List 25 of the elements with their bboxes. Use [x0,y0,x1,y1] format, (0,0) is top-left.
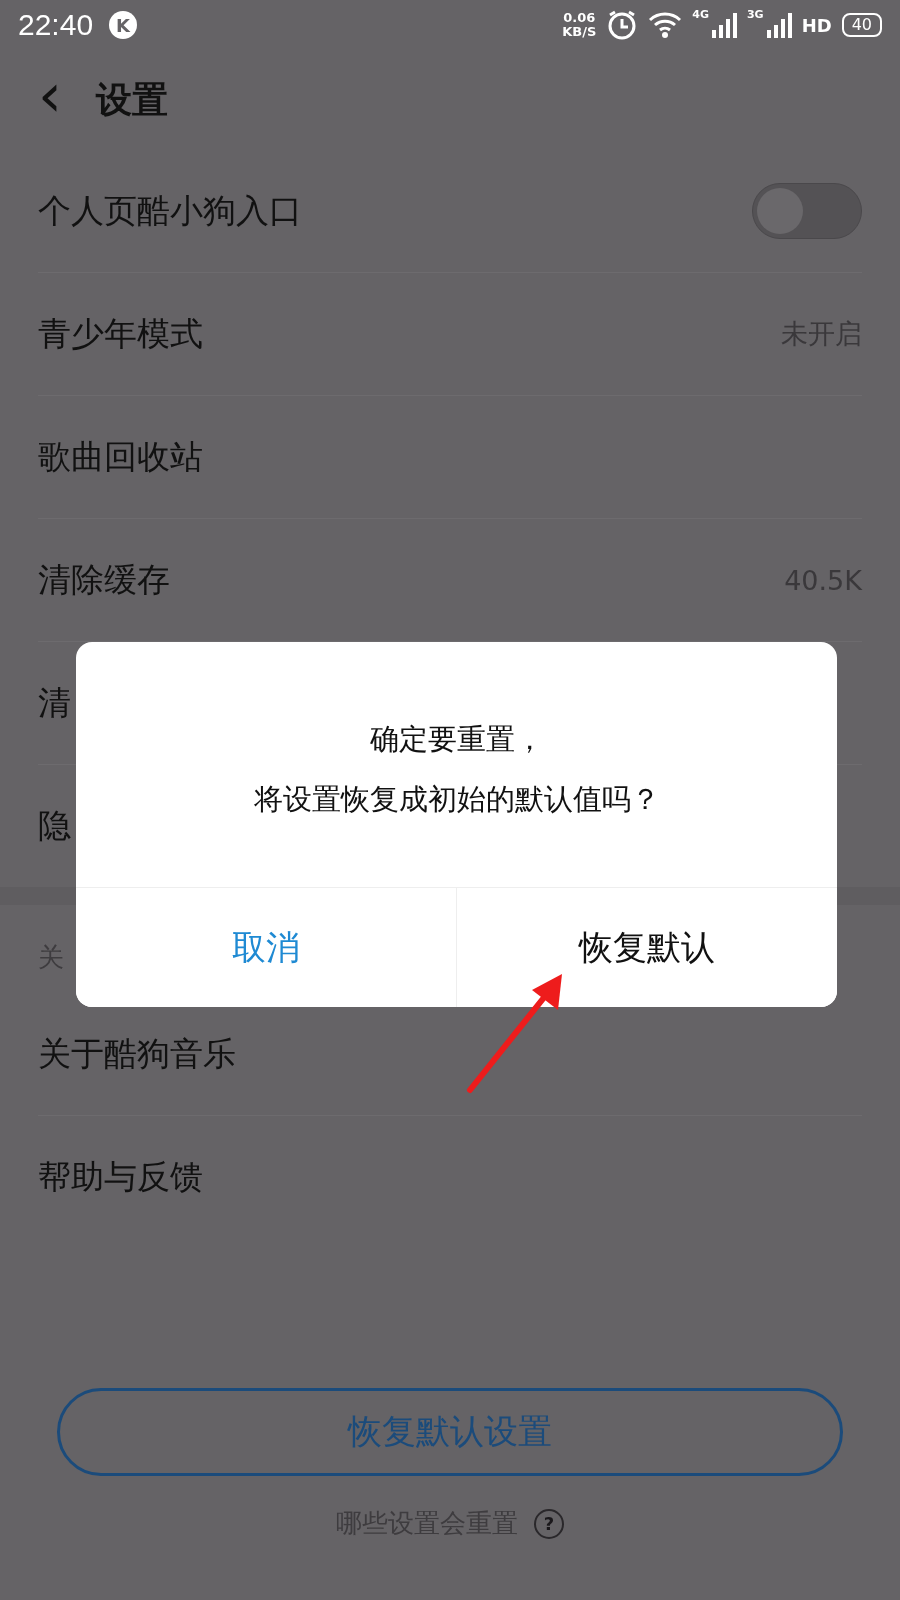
signal-icon [765,12,792,38]
back-button[interactable]: ‹ [38,65,62,125]
page-title: 设置 [96,77,168,122]
signal-icon [710,12,737,38]
setting-label[interactable]: 清除缓存 [38,557,170,603]
battery-level: 40 [841,13,882,37]
toggle-switch[interactable] [752,183,862,239]
status-time: 22:40 [18,8,94,42]
dialog-message: 确定要重置， [369,720,544,758]
cancel-button[interactable]: 取消 [76,888,457,1007]
network-label: 4G [692,8,709,21]
setting-label[interactable]: 隐 [38,803,71,849]
help-icon[interactable]: ? [534,1508,564,1539]
wifi-icon [648,10,683,40]
setting-label[interactable]: 关于酷狗音乐 [38,1031,236,1077]
hd-label: HD [801,14,832,36]
setting-label[interactable]: 帮助与反馈 [38,1154,203,1200]
setting-label[interactable]: 歌曲回收站 [38,434,203,480]
setting-label[interactable]: 青少年模式 [38,311,203,357]
dialog-message: 将设置恢复成初始的默认值吗？ [253,780,660,818]
network-label: 3G [746,8,764,21]
setting-label[interactable]: 清 [38,680,71,726]
app-badge: K [109,11,138,39]
network-speed: 0.06 KB/S [562,11,597,39]
setting-label[interactable]: 个人页酷小狗入口 [38,188,302,234]
